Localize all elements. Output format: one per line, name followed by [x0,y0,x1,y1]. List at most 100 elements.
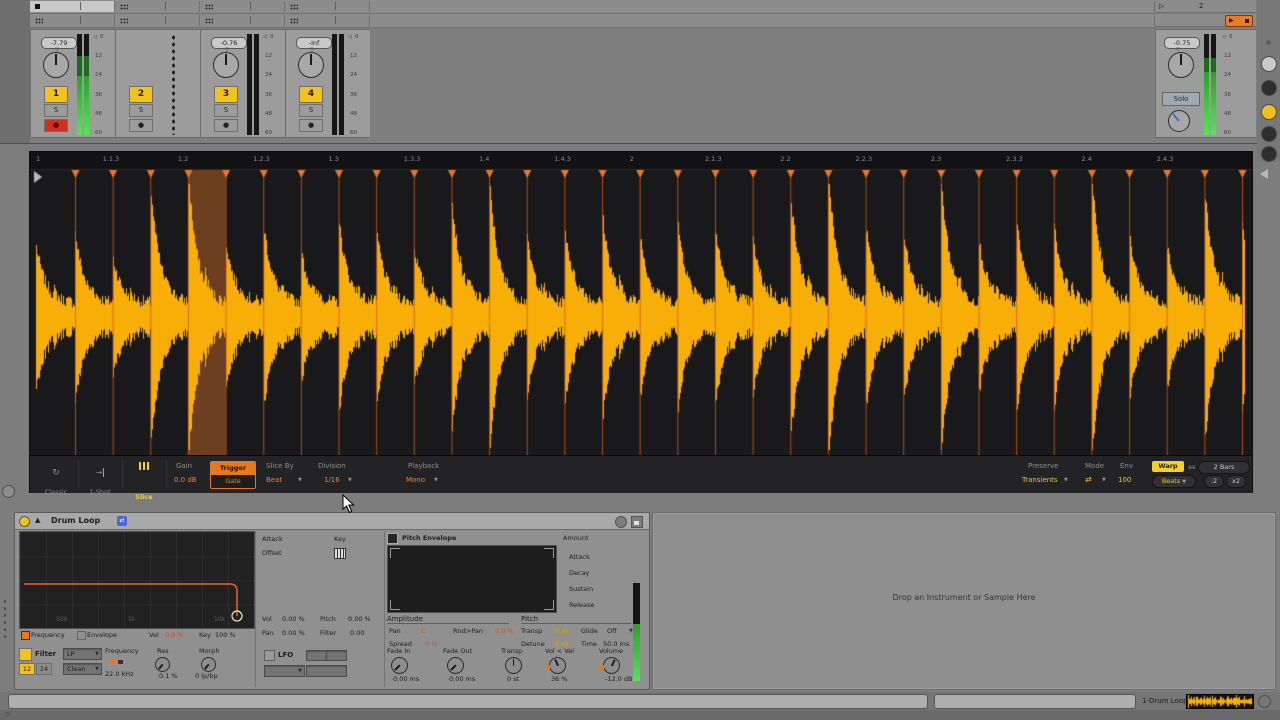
mod-vol-value[interactable]: 0.00 % [282,615,305,623]
hot-swap-icon[interactable]: ⇄ [117,516,127,526]
filter-type-dropdown[interactable]: LP▼ [63,648,102,660]
mode-classic-button[interactable]: ↻ Classic [38,460,74,488]
mode-slice-button[interactable]: Slice [126,460,162,488]
rnd-pan-value[interactable]: 0.0 % [495,627,514,635]
morph-knob[interactable] [201,657,216,672]
playback-value[interactable]: Mono [406,476,425,484]
res-value[interactable]: 0.1 % [159,672,178,680]
master-round-button[interactable] [1261,126,1277,142]
master-round-button[interactable] [1261,80,1277,96]
clip-slot[interactable] [200,1,285,12]
glide-value[interactable]: Off [607,627,617,635]
filter-display[interactable]: 500 1k 10k [19,531,255,629]
filter-frequency-value[interactable]: 22.0 kHz [105,670,134,678]
double-tempo-button[interactable]: x2 [1226,475,1246,488]
transp-value[interactable]: 0 st [555,627,569,635]
envelope-legend[interactable]: Envelope [87,631,117,639]
track-number-button[interactable]: 1 [44,86,68,103]
track-number-button[interactable]: 2 [129,86,153,103]
gate-option[interactable]: Gate [211,475,255,488]
clip-slot[interactable] [115,1,200,12]
device-title-bar[interactable]: ▲ Drum Loop ⇄ [15,513,649,530]
cue-volume-knob[interactable] [1168,110,1190,132]
vel-value[interactable]: 0.0 % [165,631,184,639]
volume-knob[interactable] [603,657,620,674]
save-preset-icon[interactable] [631,516,643,528]
beat-time-ruler[interactable]: 11.1.31.21.2.31.31.3.31.41.4.322.1.32.22… [30,152,1252,170]
vol-vel-knob[interactable] [549,657,566,674]
scene-fire-button[interactable]: ▶ [1225,15,1253,27]
res-knob[interactable] [155,657,170,672]
preserve-value[interactable]: Transients [1022,476,1058,484]
clip-slot[interactable] [30,15,115,26]
track-number-button[interactable]: 3 [214,86,238,103]
drop-area[interactable]: Drop an Instrument or Sample Here [652,512,1276,690]
transp-knob[interactable] [505,657,522,674]
track-pan-knob[interactable] [298,52,324,78]
mod-pan-value[interactable]: 0.00 % [282,629,305,637]
env-attack-label[interactable]: Attack [569,553,590,561]
track-solo-button[interactable]: S [299,104,323,117]
clip-slot[interactable] [285,15,370,26]
master-round-button[interactable] [1261,56,1277,72]
track-arm-button[interactable]: ● [44,119,68,132]
track-arm-button[interactable]: ● [214,119,238,132]
frequency-legend[interactable]: Frequency [31,631,65,639]
warp-button[interactable]: Warp [1152,461,1184,472]
gain-value[interactable]: 0.0 dB [174,476,197,484]
master-pan-knob[interactable] [1168,52,1194,78]
track-solo-button[interactable]: S [129,104,153,117]
pitch-env-toggle[interactable] [387,533,398,544]
half-tempo-button[interactable]: :2 [1204,475,1224,488]
mod-filter-value[interactable]: 0.00 [350,629,364,637]
trigger-option[interactable]: Trigger [211,462,255,475]
track-pan-knob[interactable] [43,52,69,78]
env-release-label[interactable]: Release [569,601,594,609]
track-number-button[interactable]: 4 [299,86,323,103]
track-volume-value[interactable]: -0.76 [211,37,247,49]
loop-end-marker-icon[interactable] [1260,169,1268,179]
clip-slot[interactable] [30,1,115,12]
pan-value[interactable]: C [421,627,426,635]
division-value[interactable]: 1/16 [324,476,340,484]
fade-in-knob[interactable] [391,657,408,674]
trigger-gate-switch[interactable]: Trigger Gate [210,461,256,489]
lfo-sync-button[interactable] [326,650,347,661]
env-value[interactable]: 100 [1118,476,1131,484]
slope-24-button[interactable]: 24 [36,663,52,675]
track-solo-button[interactable]: S [44,104,68,117]
warp-mode-icon[interactable]: ⇄ [1085,475,1092,484]
track-pan-knob[interactable] [213,52,239,78]
beats-mode-dropdown[interactable]: Beats ▼ [1152,475,1196,488]
master-solo-button[interactable]: Solo [1162,92,1200,106]
clip-view-selector-icon[interactable] [2,485,15,498]
master-round-button[interactable] [1261,146,1277,162]
device-on-toggle[interactable] [19,516,30,527]
track-arm-button[interactable]: ● [129,119,153,132]
frequency-slider[interactable] [109,660,123,664]
key-value[interactable]: 100 % [215,631,236,639]
lfo-rate-mode-button[interactable] [306,650,327,661]
morph-value[interactable]: 0 lp/bp [195,672,218,680]
master-scene-slot[interactable]: ▷ 2 [1155,0,1256,13]
filter-circuit-dropdown[interactable]: Clean▼ [63,663,102,675]
track-volume-value[interactable]: -inf [296,37,332,49]
master-volume-value[interactable]: -0.75 [1164,37,1200,49]
slice-by-value[interactable]: Beat [266,476,282,484]
lfo-on-toggle[interactable] [264,650,275,661]
horizontal-scrollbar[interactable] [934,694,1136,709]
slope-12-button[interactable]: 12 [19,663,35,675]
vol-vel-value[interactable]: 36 % [551,675,568,683]
track-volume-value[interactable]: -7.79 [41,37,77,49]
waveform-canvas[interactable] [30,152,1252,455]
clip-slot[interactable] [285,1,370,12]
fade-out-knob[interactable] [447,657,464,674]
envelope-swatch-icon[interactable] [77,631,86,640]
fade-out-value[interactable]: 0.00 ms [449,675,475,683]
mode-one-shot-button[interactable]: → 1-Shot [82,460,118,488]
master-round-button[interactable] [1261,104,1277,120]
track-arm-button[interactable]: ● [299,119,323,132]
lfo-wave-dropdown[interactable]: ▼ [264,665,305,677]
wrench-icon[interactable] [615,516,627,528]
env-sustain-label[interactable]: Sustain [569,585,593,593]
